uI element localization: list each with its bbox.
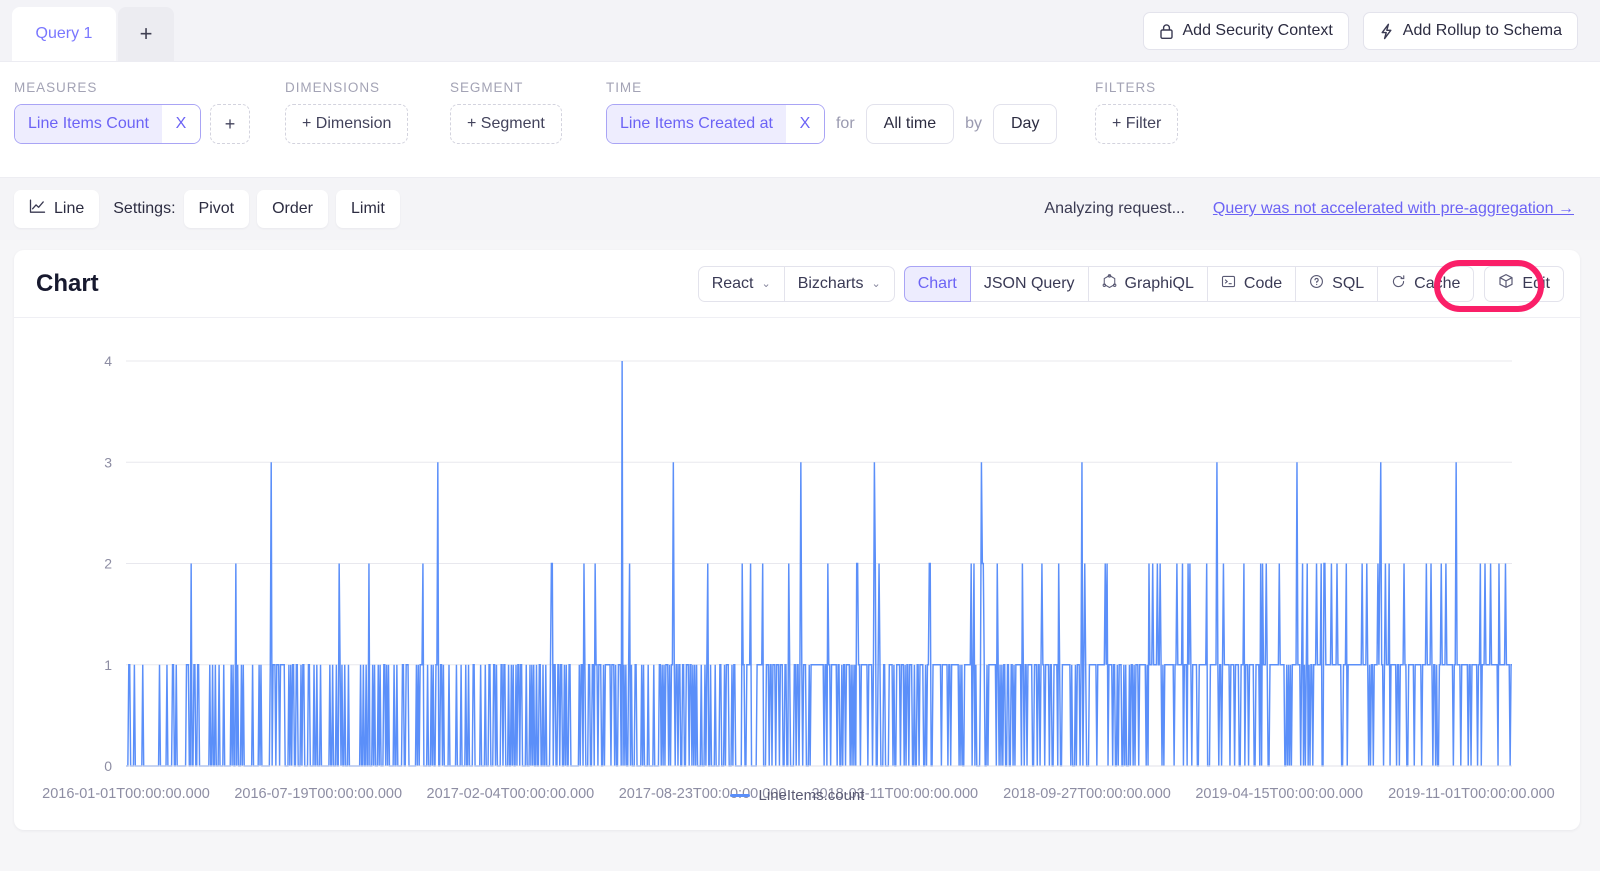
order-label: Order xyxy=(272,200,313,217)
time-dimension-label: Line Items Created at xyxy=(607,105,786,143)
tab-chart-label: Chart xyxy=(917,274,957,292)
add-dimension-label: + Dimension xyxy=(302,115,392,132)
library-label: Bizcharts xyxy=(797,274,864,292)
filters-group: FILTERS + Filter xyxy=(1095,80,1179,144)
date-range-label: All time xyxy=(883,115,937,132)
limit-button[interactable]: Limit xyxy=(336,190,400,228)
chart-card-title: Chart xyxy=(36,269,99,297)
edit-button[interactable]: Edit xyxy=(1484,265,1564,302)
edit-label: Edit xyxy=(1522,274,1550,292)
add-security-context-button[interactable]: Add Security Context xyxy=(1142,12,1349,50)
add-filter-label: + Filter xyxy=(1112,115,1162,132)
measure-pill-label: Line Items Count xyxy=(15,105,162,143)
add-rollup-to-schema-button[interactable]: Add Rollup to Schema xyxy=(1362,12,1578,50)
tab-sql-label: SQL xyxy=(1332,274,1365,292)
view-tabs: Chart JSON Query GraphiQL Code SQL Cache xyxy=(903,265,1475,302)
add-measure-button[interactable]: + xyxy=(209,104,250,144)
add-security-context-label: Add Security Context xyxy=(1182,22,1333,39)
legend-swatch xyxy=(729,794,750,797)
chart-legend: LineItems.count xyxy=(14,787,1580,804)
add-dimension-button[interactable]: + Dimension xyxy=(285,104,409,144)
tab-json-query-label: JSON Query xyxy=(983,274,1075,292)
tab-json-query[interactable]: JSON Query xyxy=(969,265,1089,302)
y-axis-tick-label: 3 xyxy=(104,454,112,470)
tab-code[interactable]: Code xyxy=(1206,265,1297,302)
y-axis-tick-label: 4 xyxy=(104,353,112,369)
dimensions-group: DIMENSIONS + Dimension xyxy=(285,80,409,144)
time-dimension-remove-icon[interactable]: X xyxy=(785,105,824,143)
date-range-button[interactable]: All time xyxy=(865,104,955,144)
bolt-icon xyxy=(1379,23,1394,40)
granularity-button[interactable]: Day xyxy=(993,104,1058,144)
tab-query-1[interactable]: Query 1 xyxy=(12,7,116,61)
refresh-icon xyxy=(1391,274,1406,294)
tab-sql[interactable]: SQL xyxy=(1295,265,1379,302)
library-select[interactable]: Bizcharts ⌄ xyxy=(783,265,895,302)
legend-label: LineItems.count xyxy=(758,787,865,804)
request-status-text: Analyzing request... xyxy=(1044,200,1185,217)
order-button[interactable]: Order xyxy=(257,190,328,228)
header-actions: Add Security Context Add Rollup to Schem… xyxy=(1142,12,1600,61)
y-axis-tick-label: 0 xyxy=(104,758,112,774)
query-builder-page: Query 1 + Add Security Context Add Rollu… xyxy=(0,0,1600,871)
by-label: by xyxy=(965,115,982,132)
framework-label: React xyxy=(711,274,754,292)
time-group: TIME Line Items Created at X for All tim… xyxy=(606,80,1058,144)
terminal-icon xyxy=(1221,274,1236,294)
time-label: TIME xyxy=(606,80,643,95)
add-filter-button[interactable]: + Filter xyxy=(1095,104,1179,144)
granularity-label: Day xyxy=(1011,115,1040,132)
tab-cache[interactable]: Cache xyxy=(1377,265,1475,302)
lock-icon xyxy=(1159,23,1174,40)
tab-graphiql[interactable]: GraphiQL xyxy=(1087,265,1208,302)
chart-card: Chart React ⌄ Bizcharts ⌄ Chart JSON Que… xyxy=(14,250,1580,830)
chevron-down-icon: ⌄ xyxy=(761,278,771,290)
chart-card-header: Chart React ⌄ Bizcharts ⌄ Chart JSON Que… xyxy=(14,250,1580,318)
tab-code-label: Code xyxy=(1243,274,1283,292)
pre-aggregation-link[interactable]: Query was not accelerated with pre-aggre… xyxy=(1213,200,1574,218)
y-axis-tick-label: 1 xyxy=(104,657,112,673)
framework-select[interactable]: React ⌄ xyxy=(697,265,785,302)
time-dimension-pill[interactable]: Line Items Created at X xyxy=(606,104,825,144)
plus-icon: + xyxy=(139,21,153,46)
segment-label: SEGMENT xyxy=(450,80,524,95)
measures-label: MEASURES xyxy=(14,80,98,95)
dimensions-label: DIMENSIONS xyxy=(285,80,380,95)
measures-group: MEASURES Line Items Count X + xyxy=(14,80,250,144)
pivot-label: Pivot xyxy=(198,200,235,217)
y-axis-tick-label: 2 xyxy=(104,556,112,572)
measure-pill-remove-icon[interactable]: X xyxy=(161,105,200,143)
tab-bar: Query 1 + Add Security Context Add Rollu… xyxy=(0,0,1600,62)
tab-graphiql-label: GraphiQL xyxy=(1124,274,1194,292)
chart-plot-area: 0 1 2 3 4 2016-01-01T00:00:00.000 2016-07-19T0… xyxy=(14,318,1580,830)
add-segment-button[interactable]: + Segment xyxy=(450,104,562,144)
question-circle-icon xyxy=(1309,274,1324,294)
tab-cache-label: Cache xyxy=(1414,274,1461,292)
pivot-button[interactable]: Pivot xyxy=(183,190,250,228)
chart-type-label: Line xyxy=(54,200,85,217)
settings-label: Settings: xyxy=(113,200,176,217)
for-label: for xyxy=(835,115,855,132)
measure-pill-line-items-count[interactable]: Line Items Count X xyxy=(14,104,201,144)
limit-label: Limit xyxy=(351,200,385,217)
add-query-tab-button[interactable]: + xyxy=(118,7,174,61)
line-chart-icon xyxy=(29,199,46,219)
chevron-down-icon: ⌄ xyxy=(871,278,881,290)
line-chart-svg: 012342016-01-01T00:00:00.000 2016-07-19T0… xyxy=(42,353,1555,802)
tab-label: Query 1 xyxy=(35,25,93,42)
segment-group: SEGMENT + Segment xyxy=(450,80,562,144)
add-rollup-to-schema-label: Add Rollup to Schema xyxy=(1402,22,1562,39)
tab-chart[interactable]: Chart xyxy=(903,265,971,302)
cube-icon xyxy=(1498,273,1514,294)
filters-label: FILTERS xyxy=(1095,80,1157,95)
graphql-icon xyxy=(1102,273,1117,294)
query-builder-bar: MEASURES Line Items Count X + DIMENSIONS… xyxy=(0,62,1600,178)
plus-icon: + xyxy=(224,113,236,134)
settings-bar: Line Settings: Pivot Order Limit Analyzi… xyxy=(0,178,1600,240)
add-segment-label: + Segment xyxy=(467,115,545,132)
framework-library-selectors: React ⌄ Bizcharts ⌄ xyxy=(697,265,895,302)
chart-type-button[interactable]: Line xyxy=(14,190,100,228)
